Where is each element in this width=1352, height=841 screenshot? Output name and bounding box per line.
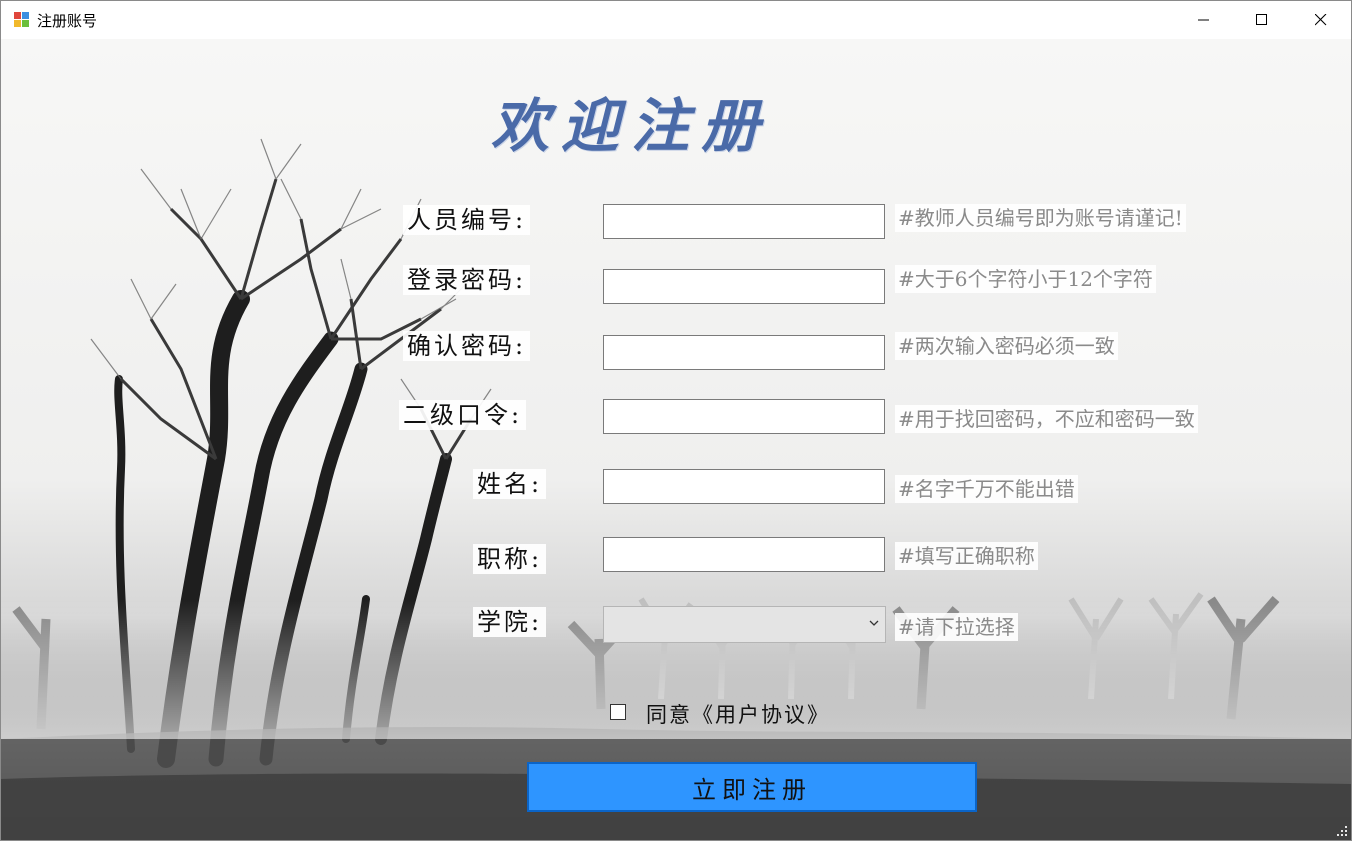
name-label: 姓名: [473,469,547,499]
confirm-password-hint: #两次输入密码必须一致 [895,332,1118,360]
college-select[interactable] [603,606,886,643]
secondary-passcode-input[interactable] [603,399,885,434]
secondary-passcode-label: 二级口令: [399,400,527,430]
name-input[interactable] [603,469,885,504]
minimize-button[interactable] [1175,1,1233,39]
minimize-icon [1198,19,1209,21]
close-button[interactable] [1292,1,1350,39]
confirm-password-label: 确认密码: [403,331,531,361]
college-label: 学院: [473,607,547,637]
maximize-icon [1256,14,1267,25]
confirm-password-input[interactable] [603,335,885,370]
window-title: 注册账号 [37,12,98,30]
register-window: 注册账号 欢迎注册 人员编号: #教师人员编号即为账号请谨记! 登录密码: #大… [0,0,1352,841]
register-button[interactable]: 立即注册 [527,762,977,812]
maximize-button[interactable] [1233,1,1291,39]
password-label: 登录密码: [403,265,531,295]
password-input[interactable] [603,269,885,304]
close-icon [1315,14,1327,26]
page-heading: 欢迎注册 [491,92,772,160]
agree-checkbox[interactable] [610,704,626,720]
title-input[interactable] [603,537,885,572]
college-hint: #请下拉选择 [895,613,1018,641]
employee-id-hint: #教师人员编号即为账号请谨记! [895,204,1186,232]
chevron-down-icon [869,620,879,626]
title-bar: 注册账号 [1,1,1351,39]
title-label: 职称: [473,544,547,574]
name-hint: #名字千万不能出错 [895,475,1078,503]
secondary-passcode-hint: #用于找回密码，不应和密码一致 [895,405,1198,433]
employee-id-input[interactable] [603,204,885,239]
employee-id-label: 人员编号: [403,205,531,235]
password-hint: #大于6个字符小于12个字符 [895,265,1156,293]
agree-label[interactable]: 同意《用户协议》 [646,699,830,729]
app-icon [14,12,29,27]
title-hint: #填写正确职称 [895,542,1038,570]
form-area: 欢迎注册 人员编号: #教师人员编号即为账号请谨记! 登录密码: #大于6个字符… [1,39,1351,840]
resize-grip-icon[interactable] [1336,825,1348,837]
